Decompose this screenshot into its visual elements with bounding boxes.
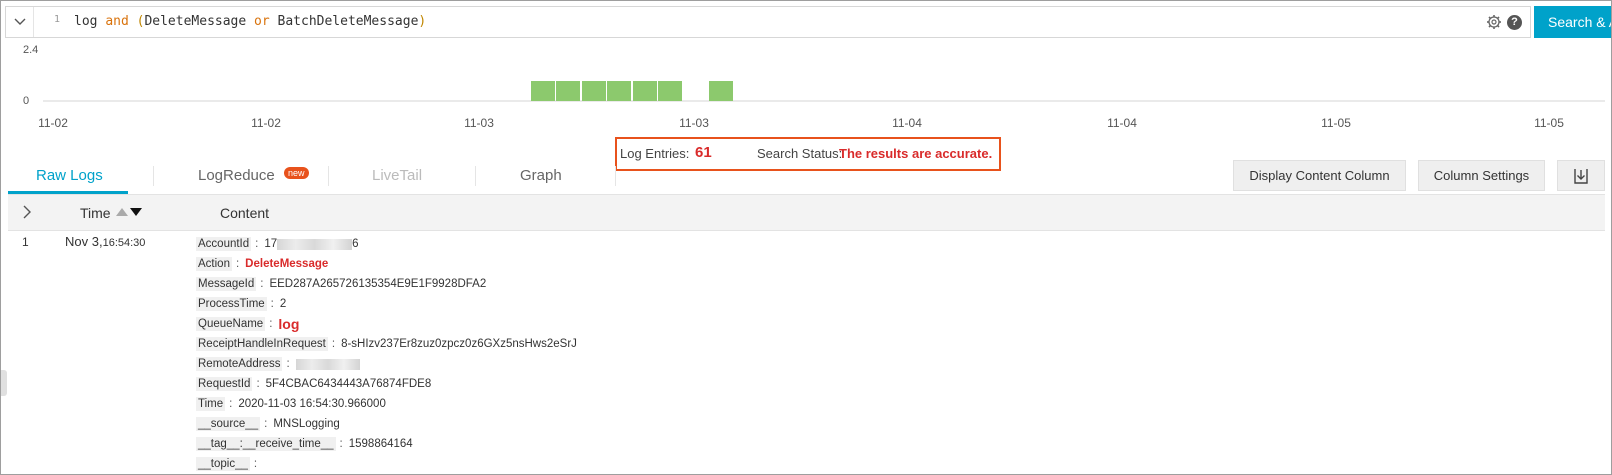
search-status-value: The results are accurate. [839,146,993,161]
log-field: ProcessTime: 2 [196,297,287,311]
row-index: 1 [22,235,29,249]
log-field: RequestId: 5F4CBAC6434443A76874FDE8 [196,377,432,391]
log-field: Time: 2020-11-03 16:54:30.966000 [196,397,386,411]
new-badge: new [284,167,309,179]
log-field: QueueName: log [196,316,300,332]
query-token: log [74,14,98,29]
field-value[interactable]: 1598864164 [349,438,413,450]
field-key[interactable]: __topic__ [196,457,250,471]
help-icon[interactable]: ? [1507,15,1522,30]
search-status-label: Search Status: [757,146,843,161]
chevron-right-icon[interactable] [22,205,32,219]
field-key[interactable]: ReceiptHandleInRequest [196,337,328,351]
tab-divider [475,166,476,186]
query-text[interactable]: log and (DeleteMessage or BatchDeleteMes… [74,14,426,29]
field-key[interactable]: MessageId [196,277,257,291]
log-field: ReceiptHandleInRequest: 8-sHIzv237Er8zuz… [196,337,577,351]
histogram-bar [582,81,606,101]
field-key[interactable]: ProcessTime [196,297,267,311]
histogram-bar [556,81,580,101]
field-key[interactable]: __tag__:__receive_time__ [196,437,336,451]
field-value[interactable]: 17 [264,238,277,250]
sort-icon[interactable] [116,207,144,217]
query-paren: ) [418,14,427,29]
log-field: RemoteAddress: [196,354,577,374]
histogram-bar [607,81,631,101]
x-tick-label: 11-04 [892,116,922,130]
field-key[interactable]: RequestId [196,377,253,391]
row-date: Nov 3, [65,234,103,249]
redacted-mask [295,358,360,370]
field-key[interactable]: AccountId [196,237,252,251]
log-field: AccountId: 17 6 [196,237,359,251]
field-value[interactable]: EED287A265726135354E9E1F9928DFA2 [269,278,486,290]
row-timestamp: Nov 3,16:54:30 [65,234,145,249]
side-panel-handle[interactable] [1,370,7,396]
log-field: __source__: MNSLogging [196,417,340,431]
field-value[interactable]: 2 [280,298,286,310]
download-icon [1574,169,1588,184]
tab-logreduce[interactable]: LogReduce [198,167,275,184]
tab-raw-logs[interactable]: Raw Logs [36,167,103,184]
x-tick-label: 11-02 [251,116,281,130]
field-value[interactable]: 5F4CBAC6434443A76874FDE8 [266,378,432,390]
x-tick-label: 11-03 [464,116,494,130]
tab-graph[interactable]: Graph [520,167,562,184]
tab-divider [153,166,154,186]
field-key[interactable]: Time [196,397,226,411]
field-value[interactable]: DeleteMessage [245,258,328,270]
row-time: 16:54:30 [102,237,146,249]
column-header-content: Content [220,205,270,221]
log-field: MessageId: EED287A265726135354E9E1F9928D… [196,277,487,291]
log-field: __topic__: [196,457,258,471]
collapse-toggle[interactable] [6,7,34,37]
field-value[interactable]: log [278,316,299,332]
histogram-bar [709,81,733,101]
chevron-down-icon [14,18,25,25]
x-tick-label: 11-04 [1107,116,1137,130]
field-value[interactable]: 2020-11-03 16:54:30.966000 [238,398,386,410]
tab-livetail[interactable]: LiveTail [372,167,422,184]
field-value[interactable]: 8-sHIzv237Er8zuz0zpcz0z6GXz5nsHws2eSrJ [341,338,577,350]
x-tick-label: 11-03 [679,116,709,130]
gear-icon[interactable] [1486,14,1502,30]
tab-divider [328,166,329,186]
x-tick-label: 11-05 [1321,116,1351,130]
redacted-mask [277,238,353,250]
log-entries-count: 61 [695,144,712,161]
histogram-bar [633,81,657,101]
histogram-plot [43,81,1605,102]
download-button[interactable] [1557,160,1605,191]
log-field: __tag__:__receive_time__: 1598864164 [196,437,413,451]
log-field: Action: DeleteMessage [196,257,329,271]
histogram-bar [658,81,682,101]
tab-divider [615,166,616,186]
log-histogram: 2.4 0 11-02 11-02 11-03 11-03 11-04 11-0… [1,41,1611,141]
query-operator: or [254,14,270,29]
field-value[interactable]: MNSLogging [273,418,339,430]
field-key[interactable]: QueueName [196,317,266,331]
search-analyze-button[interactable]: Search & A [1534,6,1611,38]
query-operator: and [105,14,129,29]
query-token: BatchDeleteMessage [277,14,419,29]
field-key[interactable]: __source__ [196,417,261,431]
table-header: Time Content [8,194,1605,231]
histogram-bar [531,81,555,101]
column-header-time[interactable]: Time [80,205,111,221]
log-search-panel: 1 log and (DeleteMessage or BatchDeleteM… [0,0,1612,475]
display-content-column-button[interactable]: Display Content Column [1233,160,1406,191]
log-entries-label: Log Entries: [620,146,690,161]
query-token: DeleteMessage [144,14,247,29]
line-number: 1 [54,14,61,25]
field-key[interactable]: RemoteAddress [196,357,283,371]
x-tick-label: 11-02 [38,116,68,130]
x-tick-label: 11-05 [1534,116,1564,130]
field-key[interactable]: Action [196,257,232,271]
field-value-suffix: 6 [352,238,359,250]
log-content: AccountId: 17 6 Action: DeleteMessage Mes… [196,234,577,474]
query-editor[interactable]: 1 log and (DeleteMessage or BatchDeleteM… [5,6,1531,38]
column-settings-button[interactable]: Column Settings [1418,160,1545,191]
